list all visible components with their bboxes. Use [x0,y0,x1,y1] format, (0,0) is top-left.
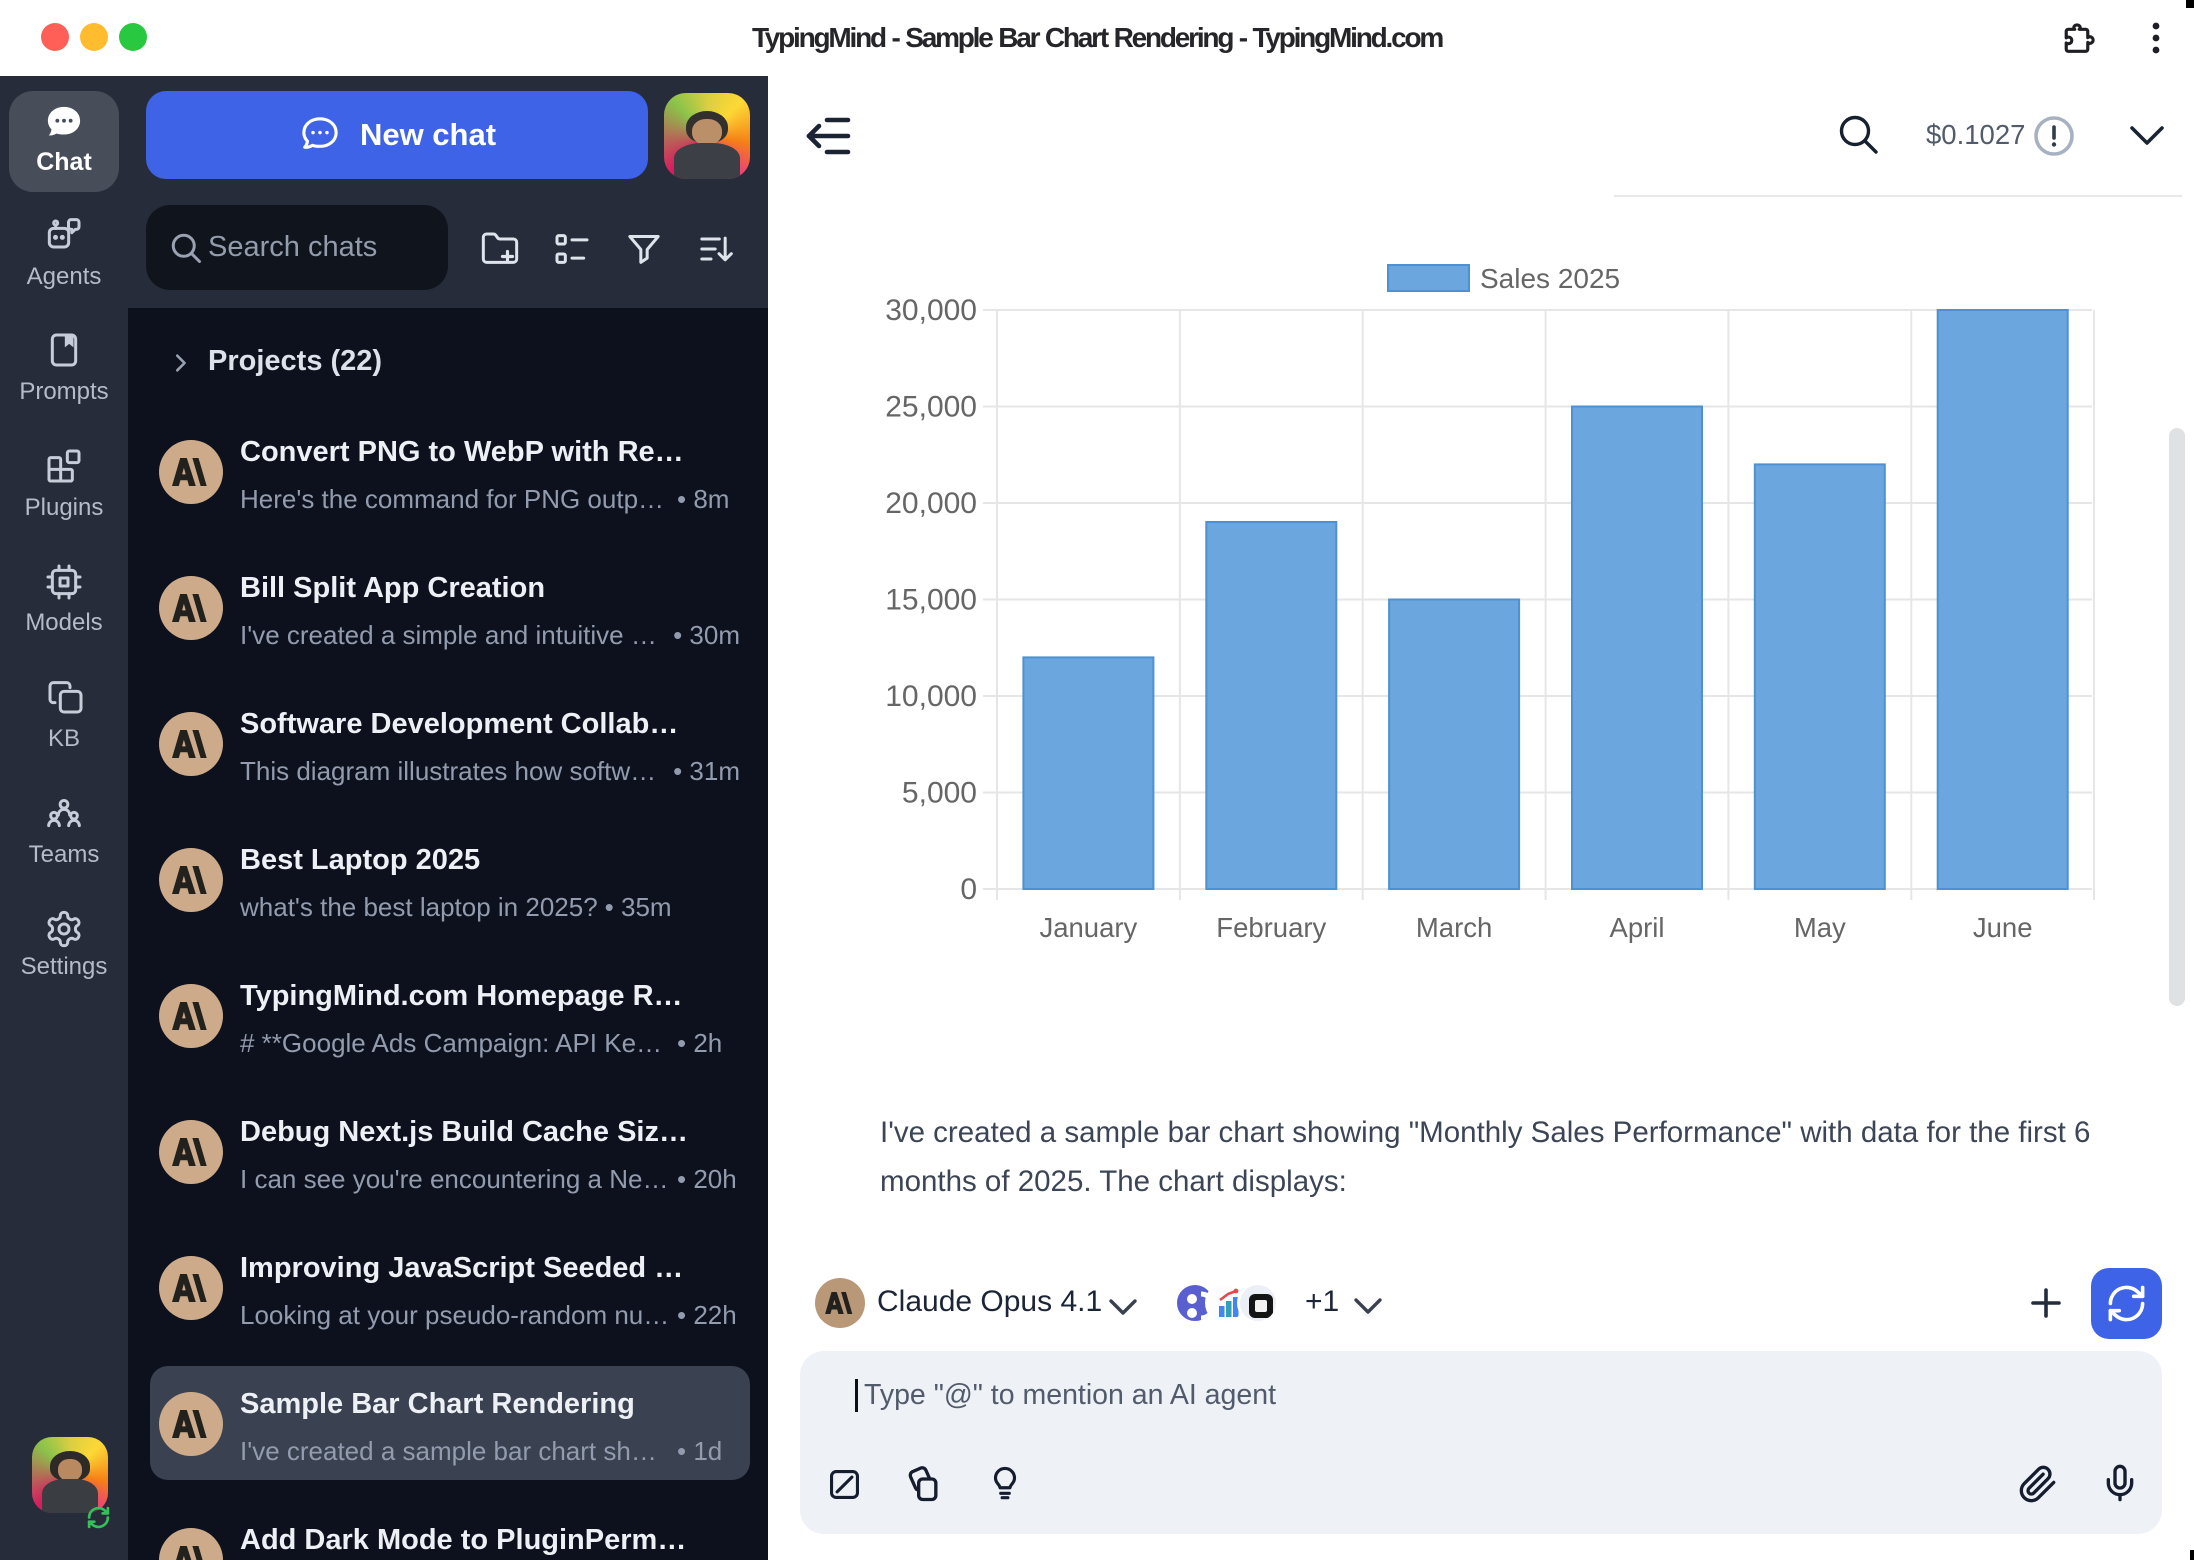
svg-text:January: January [1039,912,1137,943]
svg-text:25,000: 25,000 [885,391,977,424]
svg-text:Sales 2025: Sales 2025 [1480,263,1620,294]
svg-text:March: March [1416,912,1492,943]
svg-text:May: May [1794,912,1846,943]
svg-text:20,000: 20,000 [885,487,977,520]
svg-text:0: 0 [960,873,977,906]
svg-text:15,000: 15,000 [885,584,977,617]
svg-text:30,000: 30,000 [885,294,977,327]
svg-text:10,000: 10,000 [885,680,977,713]
svg-text:5,000: 5,000 [902,777,977,810]
svg-text:February: February [1216,912,1326,943]
svg-text:April: April [1609,912,1664,943]
svg-text:June: June [1973,912,2033,943]
